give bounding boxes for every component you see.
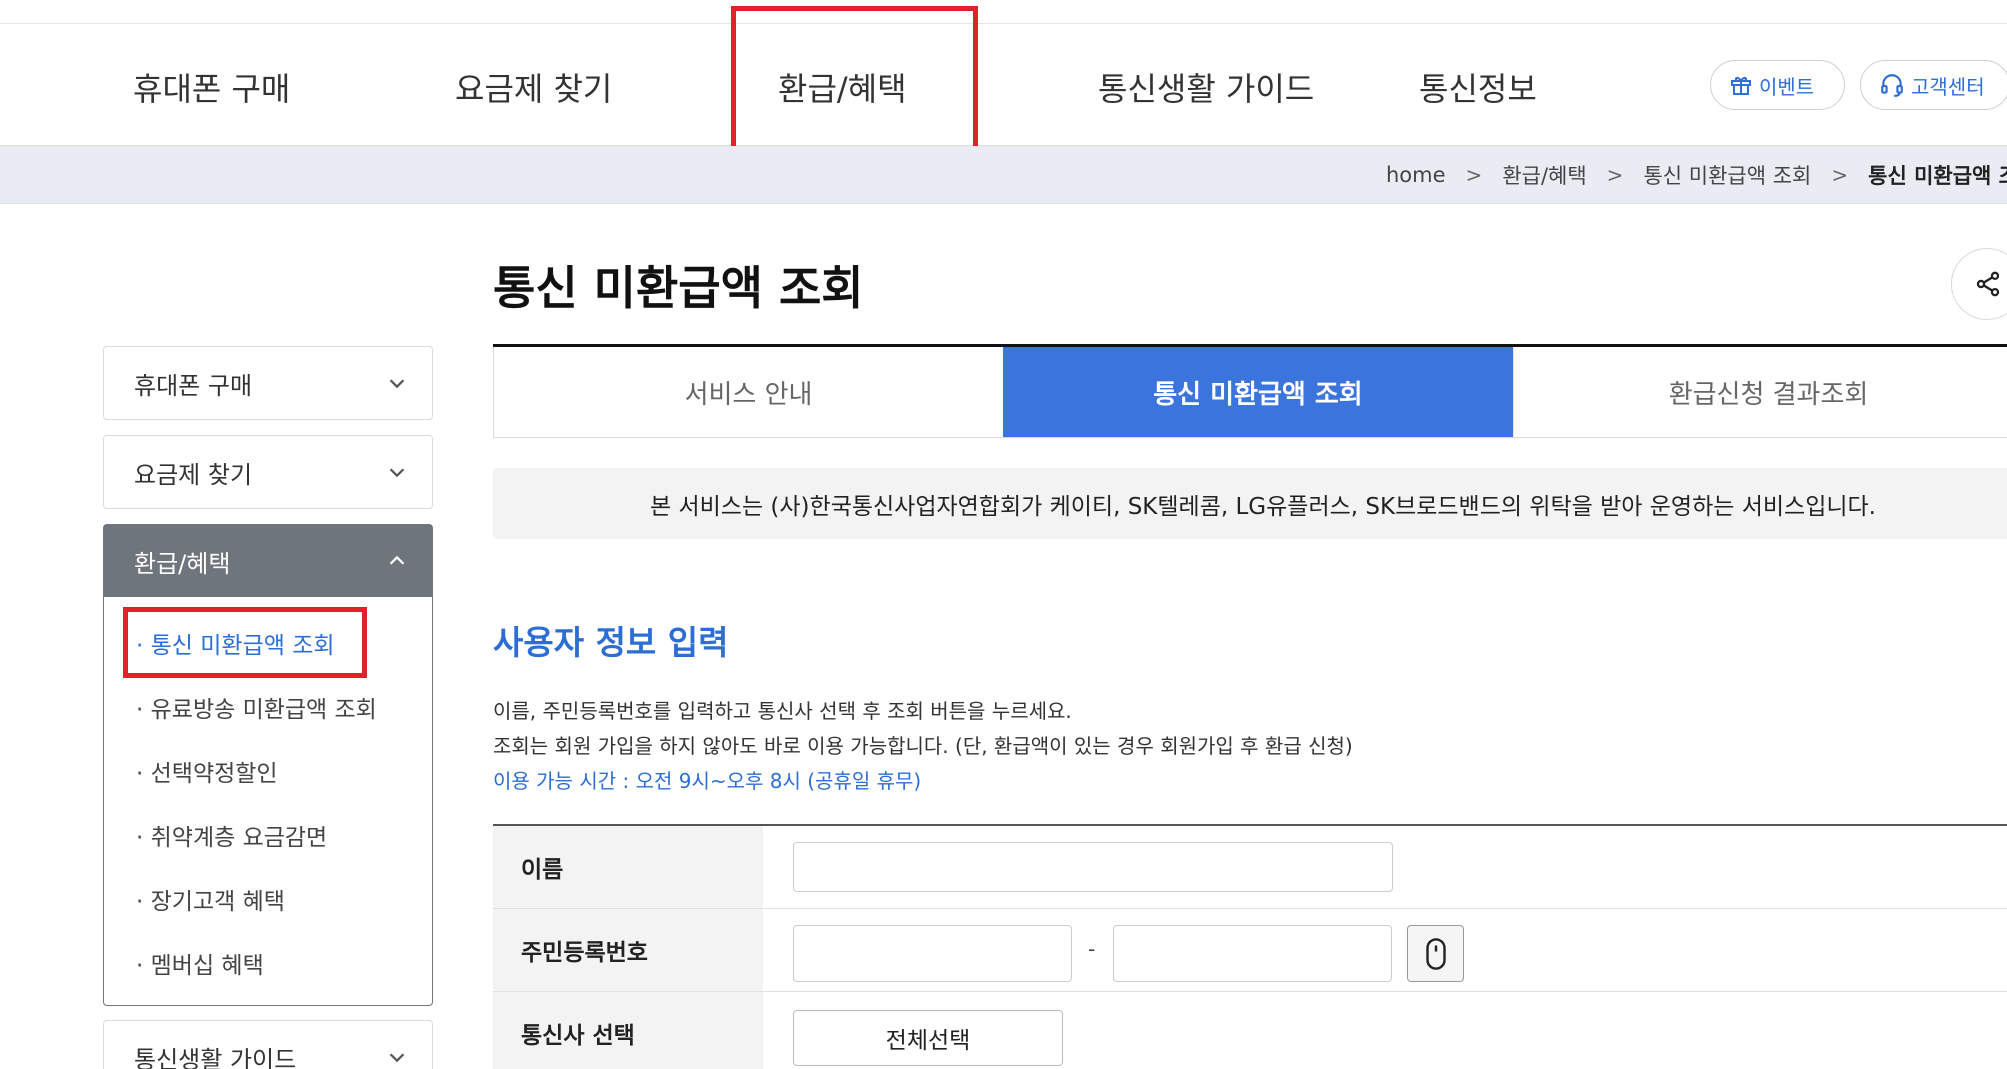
lnb-head-refund-benefit[interactable]: 환급/혜택 — [104, 525, 432, 597]
form-row-name: 이름 — [493, 826, 2007, 909]
chevron-right-icon: > — [1606, 163, 1624, 187]
breadcrumb-refund-lookup[interactable]: 통신 미환급액 조회 — [1643, 160, 1811, 190]
gnb-item-life-guide[interactable]: 통신생활 가이드 — [1098, 64, 1314, 110]
share-icon — [1976, 271, 2000, 297]
chevron-right-icon: > — [1831, 163, 1849, 187]
lnb-item-membership-benefit[interactable]: · 멤버십 혜택 — [104, 931, 432, 995]
breadcrumb: home > 환급/혜택 > 통신 미환급액 조회 > 통신 미환급액 조회 — [1386, 160, 2007, 190]
page-root: 휴대폰 구매 요금제 찾기 환급/혜택 통신생활 가이드 통신정보 이벤트 고객… — [0, 0, 2007, 1069]
share-button[interactable] — [1951, 248, 2007, 320]
description-line-1: 이름, 주민등록번호를 입력하고 통신사 선택 후 조회 버튼을 누르세요. — [493, 699, 1072, 723]
content-tabs: 서비스 안내 통신 미환급액 조회 환급신청 결과조회 — [493, 344, 2007, 438]
gift-icon — [1731, 77, 1751, 95]
gnb-item-refund-benefit[interactable]: 환급/혜택 — [778, 64, 907, 110]
rrn-dash: - — [1088, 937, 1096, 961]
page-title: 통신 미환급액 조회 — [493, 261, 864, 315]
headset-icon — [1881, 74, 1903, 97]
tab-refund-result[interactable]: 환급신청 결과조회 — [1513, 347, 2007, 437]
tab-service-guide[interactable]: 서비스 안내 — [493, 347, 1003, 437]
event-label: 이벤트 — [1759, 74, 1815, 99]
lnb-head-plan-finder[interactable]: 요금제 찾기 — [104, 436, 432, 508]
lnb-label: 통신생활 가이드 — [134, 1045, 297, 1069]
chevron-right-icon: > — [1465, 163, 1483, 187]
name-label: 이름 — [493, 826, 763, 908]
customer-center-label: 고객센터 — [1911, 74, 1985, 99]
lnb-group-life-guide: 통신생활 가이드 — [103, 1020, 433, 1069]
lnb-group-plan-finder: 요금제 찾기 — [103, 435, 433, 509]
gnb-item-plan-finder[interactable]: 요금제 찾기 — [455, 64, 612, 110]
form-row-carrier: 통신사 선택 전체선택 — [493, 992, 2007, 1069]
gnb-item-phone-purchase[interactable]: 휴대폰 구매 — [133, 64, 290, 110]
breadcrumb-bar: home > 환급/혜택 > 통신 미환급액 조회 > 통신 미환급액 조회 — [0, 146, 2007, 204]
secure-keypad-button[interactable] — [1407, 925, 1464, 982]
lnb-item-selective-discount[interactable]: · 선택약정할인 — [104, 739, 432, 803]
rrn-label: 주민등록번호 — [493, 909, 763, 991]
description-line-2: 조회는 회원 가입을 하지 않아도 바로 이용 가능합니다. (단, 환급액이 … — [493, 734, 1353, 758]
top-strip — [0, 0, 2007, 24]
lnb-label: 휴대폰 구매 — [134, 371, 253, 400]
service-hours: 이용 가능 시간 : 오전 9시~오후 8시 (공휴일 휴무) — [493, 769, 922, 793]
lnb-item-long-term-benefit[interactable]: · 장기고객 혜택 — [104, 867, 432, 931]
lnb-item-telecom-refund[interactable]: · 통신 미환급액 조회 — [104, 611, 432, 675]
mouse-icon — [1425, 937, 1446, 970]
breadcrumb-home[interactable]: home — [1386, 163, 1446, 187]
lnb-submenu: · 통신 미환급액 조회 · 유료방송 미환급액 조회 · 선택약정할인 · 취… — [104, 597, 432, 1005]
lnb-label: 요금제 찾기 — [134, 460, 253, 489]
gnb-item-telecom-info[interactable]: 통신정보 — [1419, 64, 1537, 110]
select-all-button[interactable]: 전체선택 — [793, 1010, 1063, 1066]
lnb-head-phone-purchase[interactable]: 휴대폰 구매 — [104, 347, 432, 419]
tab-refund-lookup[interactable]: 통신 미환급액 조회 — [1003, 347, 1513, 437]
section-title: 사용자 정보 입력 — [493, 623, 729, 662]
name-input[interactable] — [793, 842, 1393, 892]
service-notice: 본 서비스는 (사)한국통신사업자연합회가 케이티, SK텔레콤, LG유플러스… — [493, 468, 2007, 539]
event-button[interactable]: 이벤트 — [1710, 60, 1845, 110]
chevron-up-icon — [389, 555, 405, 565]
chevron-down-icon — [389, 468, 405, 478]
lnb-group-phone-purchase: 휴대폰 구매 — [103, 346, 433, 420]
lnb-item-paytv-refund[interactable]: · 유료방송 미환급액 조회 — [104, 675, 432, 739]
lnb-group-refund-benefit: 환급/혜택 · 통신 미환급액 조회 · 유료방송 미환급액 조회 · 선택약정… — [103, 524, 433, 1006]
section-description: 이름, 주민등록번호를 입력하고 통신사 선택 후 조회 버튼을 누르세요. 조… — [493, 694, 1353, 799]
lnb-head-life-guide[interactable]: 통신생활 가이드 — [104, 1021, 432, 1069]
breadcrumb-refund-benefit[interactable]: 환급/혜택 — [1502, 160, 1586, 190]
user-info-form: 이름 주민등록번호 - 통신사 선택 전체선택 — [493, 824, 2007, 1069]
global-nav: 휴대폰 구매 요금제 찾기 환급/혜택 통신생활 가이드 통신정보 이벤트 고객… — [0, 24, 2007, 146]
rrn-back-input[interactable] — [1113, 925, 1392, 982]
rrn-front-input[interactable] — [793, 925, 1072, 982]
chevron-down-icon — [389, 379, 405, 389]
lnb-label: 환급/혜택 — [134, 549, 231, 578]
customer-center-button[interactable]: 고객센터 — [1860, 60, 2007, 110]
chevron-down-icon — [389, 1053, 405, 1063]
form-row-rrn: 주민등록번호 - — [493, 909, 2007, 992]
carrier-label: 통신사 선택 — [493, 992, 763, 1069]
lnb-item-vulnerable-discount[interactable]: · 취약계층 요금감면 — [104, 803, 432, 867]
breadcrumb-current: 통신 미환급액 조회 — [1868, 164, 2007, 188]
